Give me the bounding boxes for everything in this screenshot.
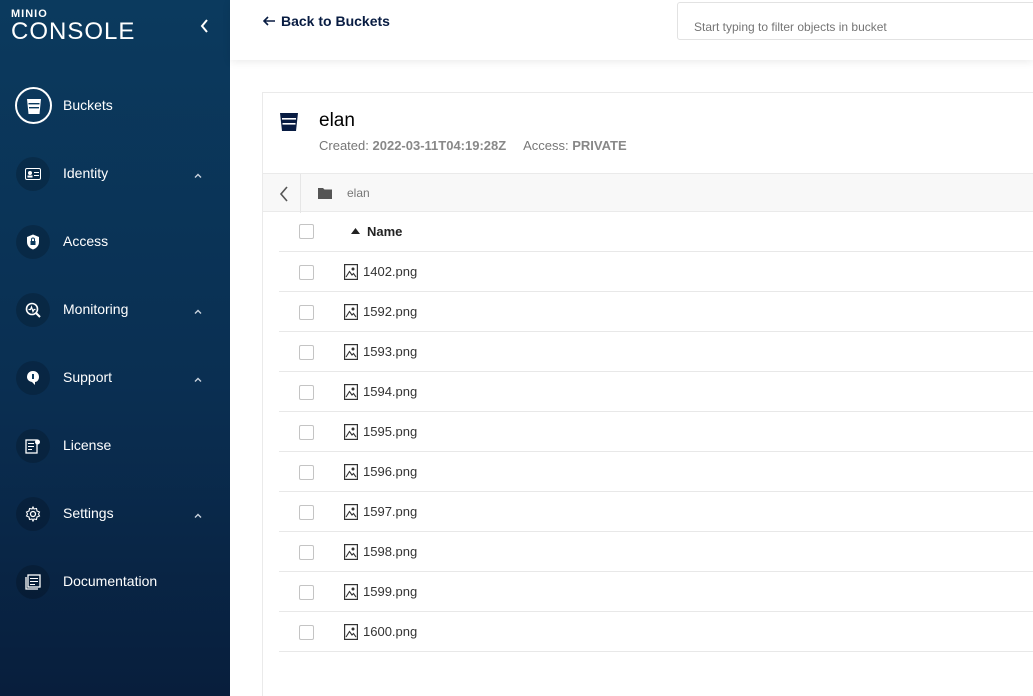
image-file-icon: [344, 304, 359, 325]
access-value: PRIVATE: [572, 138, 627, 153]
objects-table: Name 1402.png 1592.png 1593.png 1594.png 159…: [279, 212, 1033, 652]
file-name[interactable]: 1597.png: [363, 504, 417, 519]
minio-logo: MINIO CONSOLE: [11, 9, 136, 45]
row-checkbox[interactable]: [299, 305, 314, 320]
image-file-icon: [344, 384, 359, 405]
image-file-icon: [344, 504, 359, 525]
chevron-left-icon: [200, 19, 208, 33]
collapse-sidebar-button[interactable]: [196, 16, 214, 36]
table-row[interactable]: 1600.png: [279, 612, 1033, 652]
arrow-left-icon: [263, 16, 275, 26]
sidebar-item-label: Settings: [63, 505, 114, 521]
table-header-row: Name: [279, 212, 1033, 252]
sidebar-item-settings[interactable]: Settings: [0, 490, 230, 540]
file-name[interactable]: 1598.png: [363, 544, 417, 559]
file-name[interactable]: 1599.png: [363, 584, 417, 599]
shield-lock-icon: [16, 225, 50, 259]
sidebar-item-label: Buckets: [63, 97, 113, 113]
sidebar-item-license[interactable]: License: [0, 422, 230, 472]
breadcrumb-path[interactable]: elan: [347, 186, 370, 200]
breadcrumb: elan: [263, 173, 1033, 213]
sidebar-item-access[interactable]: Access: [0, 218, 230, 268]
image-file-icon: [344, 424, 359, 445]
chevron-up-icon[interactable]: [193, 304, 203, 314]
breadcrumb-back-button[interactable]: [277, 186, 291, 202]
file-name[interactable]: 1594.png: [363, 384, 417, 399]
file-name[interactable]: 1600.png: [363, 624, 417, 639]
monitoring-icon: [16, 293, 50, 327]
row-checkbox[interactable]: [299, 625, 314, 640]
table-row[interactable]: 1593.png: [279, 332, 1033, 372]
created-label: Created:: [319, 138, 369, 153]
sidebar-item-label: Monitoring: [63, 301, 129, 317]
file-name[interactable]: 1402.png: [363, 264, 417, 279]
support-icon: [16, 361, 50, 395]
file-name[interactable]: 1596.png: [363, 464, 417, 479]
sidebar-item-label: Identity: [63, 165, 109, 181]
gear-icon: [16, 497, 50, 531]
back-to-buckets-label: Back to Buckets: [281, 13, 390, 29]
sidebar-item-label: License: [63, 437, 112, 453]
row-checkbox[interactable]: [299, 385, 314, 400]
bucket-meta: Created: 2022-03-11T04:19:28Z Access: PR…: [319, 138, 641, 153]
row-checkbox[interactable]: [299, 545, 314, 560]
sidebar-item-label: Access: [63, 233, 109, 249]
back-to-buckets-link[interactable]: Back to Buckets: [263, 13, 390, 29]
sort-ascending-icon[interactable]: [351, 228, 360, 234]
row-checkbox[interactable]: [299, 585, 314, 600]
bucket-panel: elan Created: 2022-03-11T04:19:28Z Acces…: [262, 92, 1033, 696]
chevron-up-icon[interactable]: [193, 168, 203, 178]
chevron-up-icon[interactable]: [193, 372, 203, 382]
table-row[interactable]: 1402.png: [279, 252, 1033, 292]
table-row[interactable]: 1598.png: [279, 532, 1033, 572]
sidebar-item-identity[interactable]: Identity: [0, 150, 230, 200]
sidebar: MINIO CONSOLE Buckets Identity Access Monit…: [0, 0, 230, 696]
select-all-checkbox[interactable]: [299, 224, 314, 239]
sidebar-item-monitoring[interactable]: Monitoring: [0, 286, 230, 336]
image-file-icon: [344, 624, 359, 645]
breadcrumb-divider: [300, 174, 301, 213]
file-name[interactable]: 1592.png: [363, 304, 417, 319]
bucket-header: elan Created: 2022-03-11T04:19:28Z Acces…: [263, 93, 1033, 173]
table-row[interactable]: 1592.png: [279, 292, 1033, 332]
documentation-icon: [16, 565, 50, 599]
file-name[interactable]: 1593.png: [363, 344, 417, 359]
sidebar-item-documentation[interactable]: Documentation: [0, 558, 230, 608]
chevron-up-icon[interactable]: [193, 508, 203, 518]
chevron-left-icon: [279, 186, 288, 202]
sidebar-item-label: Support: [63, 369, 113, 385]
file-name[interactable]: 1595.png: [363, 424, 417, 439]
sidebar-item-label: Documentation: [63, 573, 158, 589]
id-card-icon: [16, 157, 50, 191]
sidebar-item-support[interactable]: Support: [0, 354, 230, 404]
sidebar-item-buckets[interactable]: Buckets: [0, 82, 230, 132]
bucket-icon: [278, 111, 300, 138]
name-column-header[interactable]: Name: [367, 224, 402, 239]
row-checkbox[interactable]: [299, 465, 314, 480]
table-row[interactable]: 1596.png: [279, 452, 1033, 492]
bucket-name: elan: [319, 110, 355, 131]
image-file-icon: [344, 344, 359, 365]
image-file-icon: [344, 544, 359, 565]
image-file-icon: [344, 464, 359, 485]
table-row[interactable]: 1599.png: [279, 572, 1033, 612]
logo-console-text: CONSOLE: [11, 18, 136, 45]
row-checkbox[interactable]: [299, 425, 314, 440]
image-file-icon: [344, 584, 359, 605]
table-row[interactable]: 1594.png: [279, 372, 1033, 412]
bucket-icon: [15, 87, 52, 124]
filter-objects-input[interactable]: [677, 2, 1033, 40]
row-checkbox[interactable]: [299, 265, 314, 280]
row-checkbox[interactable]: [299, 505, 314, 520]
folder-icon: [318, 186, 332, 204]
row-checkbox[interactable]: [299, 345, 314, 360]
access-label: Access:: [523, 138, 569, 153]
license-icon: [16, 429, 50, 463]
table-row[interactable]: 1597.png: [279, 492, 1033, 532]
image-file-icon: [344, 264, 359, 285]
created-value: 2022-03-11T04:19:28Z: [372, 138, 507, 153]
top-bar: Back to Buckets: [230, 0, 1033, 60]
table-row[interactable]: 1595.png: [279, 412, 1033, 452]
